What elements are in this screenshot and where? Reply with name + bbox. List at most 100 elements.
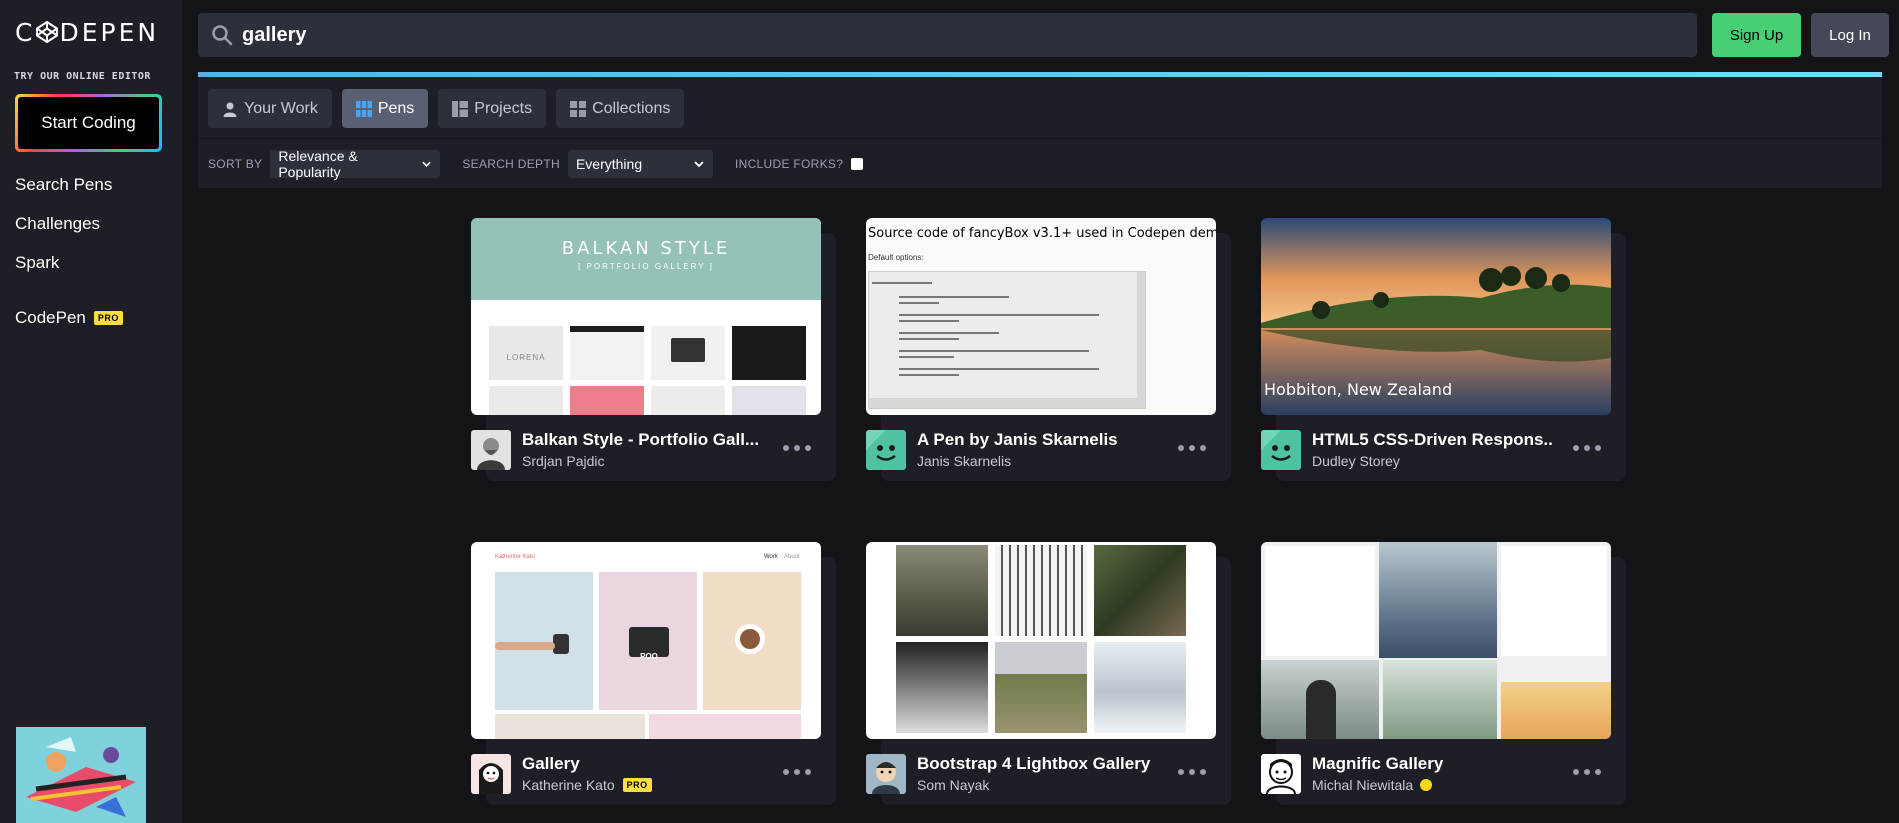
thumb-sign: POO [640,652,658,661]
sidebar-item-search-pens[interactable]: Search Pens [15,172,112,211]
pro-badge: PRO [93,311,123,325]
pen-title[interactable]: Magnific Gallery [1312,754,1552,774]
pen-thumbnail[interactable]: BALKAN STYLE [ PORTFOLIO GALLERY ] LOREN… [471,218,821,415]
pen-author[interactable]: Katherine Kato PRO [522,777,652,793]
thumb-nav-work: Work [764,554,778,560]
promo-art-icon [16,727,146,823]
tab-collections[interactable]: Collections [556,89,685,128]
sidebar-nav: Search Pens Challenges Spark [15,172,112,289]
sort-by-select[interactable]: Relevance & Popularity [270,148,441,180]
avatar[interactable] [866,754,906,794]
app: C DEPEN TRY OUR ONLINE EDITOR Start Codin… [0,0,1899,823]
pen-meta: Gallery Katherine Kato PRO [471,754,821,796]
search-icon [212,25,233,46]
thumb-photo [495,572,593,710]
avatar-cartoon-icon [866,754,906,794]
avatar[interactable] [471,754,511,794]
codepen-logo[interactable]: C DEPEN [15,18,159,47]
photo-caption: Hobbiton, New Zealand [1264,380,1453,399]
pen-thumbnail[interactable]: Katherine Kato Work About POO [471,542,821,739]
pen-meta: A Pen by Janis Skarnelis Janis Skarnelis [866,430,1216,472]
thumb-tile [732,326,806,380]
sidebar-item-codepen-pro[interactable]: CodePen PRO [15,308,123,328]
search-depth-select[interactable]: Everything [567,150,713,178]
include-forks-checkbox[interactable] [851,158,864,170]
sidebar-item-spark[interactable]: Spark [15,250,112,289]
pen-author[interactable]: Dudley Storey [1312,453,1400,469]
pen-thumbnail[interactable]: Source code of fancyBox v3.1+ used in Co… [866,218,1216,415]
tab-label: Collections [592,99,671,117]
more-options-icon[interactable] [1573,438,1601,458]
thumb-photo [896,545,988,636]
author-name: Som Nayak [917,777,990,793]
sign-up-button[interactable]: Sign Up [1712,13,1801,57]
pen-author[interactable]: Janis Skarnelis [917,453,1011,469]
more-options-icon[interactable] [1573,762,1601,782]
tab-projects[interactable]: Projects [438,89,547,128]
tab-pens[interactable]: Pens [341,89,429,128]
pen-title[interactable]: Balkan Style - Portfolio Gall... [522,430,762,450]
search-options: SORT BY Relevance & Popularity SEARCH DE… [208,148,864,180]
tab-your-work[interactable]: Your Work [208,89,332,128]
thumb-photo [1501,546,1607,656]
thumb-photo [1501,682,1611,739]
thumb-photo [1094,642,1186,733]
pen-author[interactable]: Srdjan Pajdic [522,453,605,469]
codepen-cube-icon [36,21,59,43]
sidebar-pro-label: CodePen [15,308,86,327]
pen-author[interactable]: Som Nayak [917,777,989,793]
more-options-icon[interactable] [1178,762,1206,782]
more-options-icon[interactable] [783,438,811,458]
more-options-icon[interactable] [783,762,811,782]
pen-title[interactable]: Bootstrap 4 Lightbox Gallery [917,754,1157,774]
thumb-subtitle: [ PORTFOLIO GALLERY ] [578,262,714,271]
thumb-photo [649,714,801,739]
pen-title[interactable]: A Pen by Janis Skarnelis [917,430,1157,450]
include-forks-label: INCLUDE FORKS? [734,157,844,171]
chevron-down-icon [422,161,432,167]
avatar[interactable] [1261,430,1301,470]
pens-grid-icon [355,100,372,117]
pen-thumbnail[interactable] [866,542,1216,739]
thumb-photo [1094,545,1186,636]
chevron-down-icon [694,161,704,168]
search-input[interactable] [242,23,1642,47]
pen-thumbnail[interactable] [1261,542,1611,739]
thumb-photo [896,642,988,733]
thumb-photo [495,714,645,739]
pen-card: BALKAN STYLE [ PORTFOLIO GALLERY ] LOREN… [471,218,836,481]
avatar-illustration-icon [471,754,511,794]
sort-by-value: Relevance & Popularity [278,148,358,180]
start-coding-button[interactable]: Start Coding [15,94,162,152]
author-name: Janis Skarnelis [917,453,1012,469]
thumb-photo: POO [599,572,697,710]
pen-meta: Magnific Gallery Michal Niewitala [1261,754,1611,796]
pen-title[interactable]: Gallery [522,754,762,774]
projects-icon [452,100,469,117]
search-depth-label: SEARCH DEPTH [462,157,560,171]
pen-author[interactable]: Michal Niewitala [1312,777,1433,793]
more-options-icon[interactable] [1178,438,1206,458]
author-name: Dudley Storey [1312,453,1400,469]
start-coding-label: Start Coding [18,97,159,149]
sidebar-item-challenges[interactable]: Challenges [15,211,112,250]
avatar-smiley-icon [1261,430,1301,470]
avatar-portrait-icon [471,430,511,470]
promo-illustration[interactable] [16,727,146,823]
avatar[interactable] [866,430,906,470]
log-in-button[interactable]: Log In [1811,13,1889,57]
user-icon [223,102,237,117]
pen-thumbnail[interactable]: Hobbiton, New Zealand [1261,218,1611,415]
pen-meta: Bootstrap 4 Lightbox Gallery Som Nayak [866,754,1216,796]
avatar[interactable] [471,430,511,470]
thumb-subtitle: Default options: [868,253,924,262]
sidebar: C DEPEN TRY OUR ONLINE EDITOR Start Codin… [0,0,182,823]
thumb-site-name: Katherine Kato [495,554,535,560]
thumb-tile [570,326,644,380]
thumb-photo [995,642,1087,733]
avatar[interactable] [1261,754,1301,794]
thumb-header [471,218,821,300]
pen-title[interactable]: HTML5 CSS-Driven Respons... [1312,430,1552,450]
author-name: Michal Niewitala [1312,777,1414,793]
pen-card: Source code of fancyBox v3.1+ used in Co… [866,218,1231,481]
